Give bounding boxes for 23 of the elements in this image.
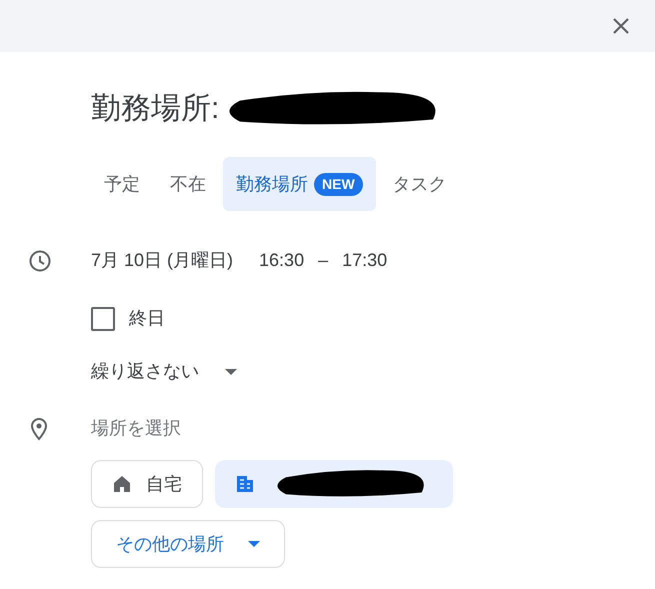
time-separator: –: [318, 249, 328, 272]
tab[interactable]: 不在: [157, 157, 219, 211]
new-badge: NEW: [314, 172, 363, 196]
repeat-dropdown[interactable]: 繰り返さない: [91, 358, 237, 385]
clock-icon: [28, 248, 52, 272]
start-time[interactable]: 16:30: [259, 247, 304, 274]
location-pin-icon: [28, 416, 50, 440]
location-placeholder[interactable]: 場所を選択: [91, 415, 181, 442]
house-icon: [112, 474, 132, 494]
all-day-label: 終日: [129, 307, 165, 330]
dialog-title: 勤務場所:: [91, 91, 220, 127]
dropdown-caret-icon: [248, 541, 260, 547]
tab[interactable]: 予定: [91, 157, 153, 211]
tab[interactable]: タスク: [380, 157, 460, 211]
date-text[interactable]: 7月 10日 (月曜日): [91, 247, 234, 274]
building-icon: [235, 474, 255, 494]
tab[interactable]: 勤務場所 NEW: [223, 157, 376, 211]
location-chip[interactable]: [215, 460, 453, 508]
location-chip[interactable]: 自宅: [91, 460, 203, 508]
end-time[interactable]: 17:30: [342, 247, 388, 274]
dropdown-caret-icon: [225, 368, 237, 374]
all-day-checkbox[interactable]: [91, 306, 115, 330]
more-locations-dropdown[interactable]: その他の場所: [91, 520, 285, 568]
